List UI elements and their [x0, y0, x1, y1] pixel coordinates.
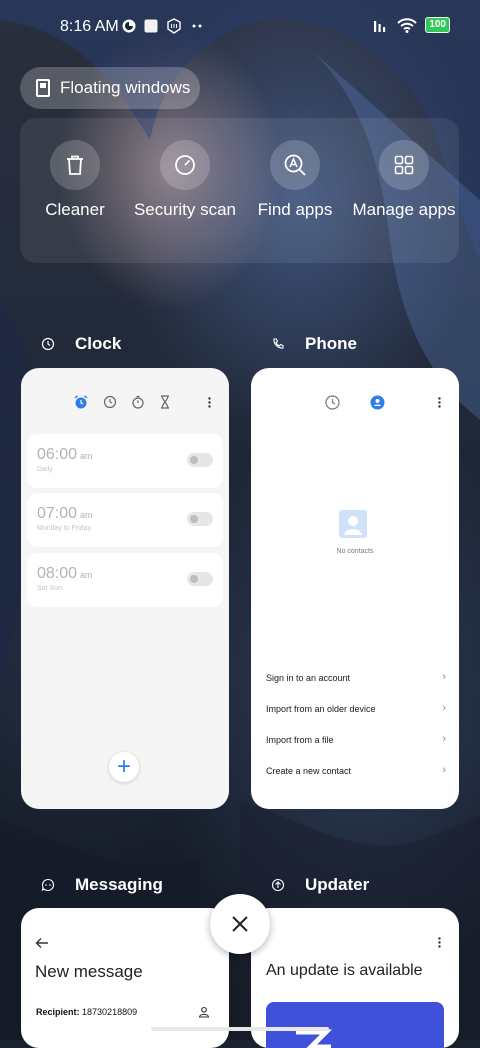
sign-in-account-option[interactable]: Sign in to an account › — [266, 671, 446, 683]
more-notifications-icon — [192, 24, 202, 28]
cleaner-label: Cleaner — [45, 200, 105, 219]
shield-scan-icon — [160, 140, 210, 190]
alarm-item[interactable]: 06:00 am Daily — [27, 434, 223, 488]
world-clock-tab-icon[interactable] — [103, 395, 117, 409]
contact-picker-icon[interactable] — [198, 1006, 210, 1018]
battery-icon: 100 — [425, 17, 450, 33]
messaging-app-header[interactable]: Messaging — [41, 875, 163, 895]
chevron-right-icon: › — [442, 733, 446, 745]
no-contacts-text: No contacts — [336, 548, 374, 555]
recipient-label: Recipient: — [36, 1007, 80, 1017]
recipient-value: 18730218809 — [82, 1007, 138, 1017]
updater-title: Updater — [305, 875, 370, 894]
alarm-repeat: Daily — [37, 466, 53, 473]
square-notification-icon — [144, 19, 158, 33]
floating-windows-button[interactable]: Floating windows — [20, 67, 200, 109]
manage-apps-button[interactable]: Manage apps — [349, 140, 459, 220]
version-logo-icon — [296, 1029, 333, 1048]
clock-app-header[interactable]: Clock — [41, 334, 121, 354]
recipient-field[interactable]: Recipient: 18730218809 — [36, 1007, 137, 1017]
create-contact-option[interactable]: Create a new contact › — [266, 764, 446, 776]
option-label: Create a new contact — [266, 766, 352, 776]
messaging-title: Messaging — [75, 875, 163, 894]
update-banner — [266, 1002, 444, 1048]
option-label: Import from a file — [266, 735, 334, 745]
chevron-right-icon: › — [442, 702, 446, 714]
find-apps-button[interactable]: Find apps — [240, 140, 350, 220]
updater-icon — [271, 878, 285, 892]
manage-apps-label: Manage apps — [352, 200, 456, 219]
security-scan-label: Security scan — [133, 200, 237, 219]
status-bar: 8:16 AM 100 — [0, 0, 480, 56]
alarm-repeat: Monday to Friday — [37, 525, 92, 532]
updater-app-header[interactable]: Updater — [271, 875, 369, 895]
phone-more-options-icon[interactable] — [438, 397, 441, 408]
import-file-option[interactable]: Import from a file › — [266, 733, 446, 745]
notification-icons — [122, 18, 204, 34]
alarm-tab-icon[interactable] — [73, 394, 89, 410]
option-label: Import from an older device — [266, 704, 376, 714]
alarm-item[interactable]: 07:00 am Monday to Friday — [27, 493, 223, 547]
find-apps-icon — [270, 140, 320, 190]
back-arrow-icon[interactable] — [35, 937, 49, 949]
quick-actions-panel: Cleaner Security scan Find apps Manage a… — [20, 118, 459, 263]
contacts-tab-icon[interactable] — [370, 395, 385, 410]
import-older-device-option[interactable]: Import from an older device › — [266, 702, 446, 714]
cleaner-button[interactable]: Cleaner — [20, 140, 130, 220]
new-message-heading: New message — [35, 962, 143, 981]
home-indicator[interactable] — [151, 1027, 329, 1031]
recents-tab-icon[interactable] — [325, 395, 340, 410]
no-contacts-icon — [339, 510, 367, 538]
alarm-time: 08:00 am — [37, 565, 93, 582]
chevron-right-icon: › — [442, 764, 446, 776]
phone-title: Phone — [305, 334, 357, 353]
floating-window-icon — [36, 79, 50, 97]
clock-title: Clock — [75, 334, 122, 353]
status-time: 8:16 AM — [60, 18, 119, 35]
signal-icon — [374, 21, 386, 32]
clock-app-card[interactable]: 06:00 am Daily 07:00 am Monday to Friday 0… — [21, 368, 229, 809]
trash-icon — [50, 140, 100, 190]
grid-icon — [379, 140, 429, 190]
clock-tabs — [73, 394, 171, 410]
clock-icon — [41, 337, 55, 351]
floating-windows-label: Floating windows — [60, 78, 191, 97]
alarm-item[interactable]: 08:00 am Sat Sun — [27, 553, 223, 607]
phone-app-header[interactable]: Phone — [271, 334, 357, 354]
clock-more-options-icon[interactable] — [208, 397, 211, 408]
alarm-time: 06:00 am — [37, 446, 93, 463]
add-alarm-button[interactable]: + — [109, 752, 139, 782]
close-all-button[interactable] — [210, 894, 270, 954]
alarm-repeat: Sat Sun — [37, 585, 62, 592]
messaging-icon — [41, 878, 55, 892]
alarm-time: 07:00 am — [37, 505, 93, 522]
system-icons: 100 — [373, 17, 450, 33]
security-scan-button[interactable]: Security scan — [130, 140, 240, 220]
alarm-toggle[interactable] — [187, 512, 213, 526]
timer-tab-icon[interactable] — [159, 395, 171, 409]
app-notification-icon — [122, 19, 136, 33]
alarm-toggle[interactable] — [187, 453, 213, 467]
close-icon — [232, 916, 248, 932]
phone-icon — [273, 338, 284, 349]
find-apps-label: Find apps — [257, 200, 333, 219]
wifi-icon — [397, 17, 418, 33]
phone-app-card[interactable]: No contacts Sign in to an account › Impo… — [251, 368, 459, 809]
chevron-right-icon: › — [442, 671, 446, 683]
shield-notification-icon — [167, 18, 181, 34]
update-available-heading: An update is available — [266, 962, 423, 979]
alarm-toggle[interactable] — [187, 572, 213, 586]
option-label: Sign in to an account — [266, 673, 351, 683]
stopwatch-tab-icon[interactable] — [131, 395, 145, 409]
updater-more-options-icon[interactable] — [438, 937, 441, 948]
